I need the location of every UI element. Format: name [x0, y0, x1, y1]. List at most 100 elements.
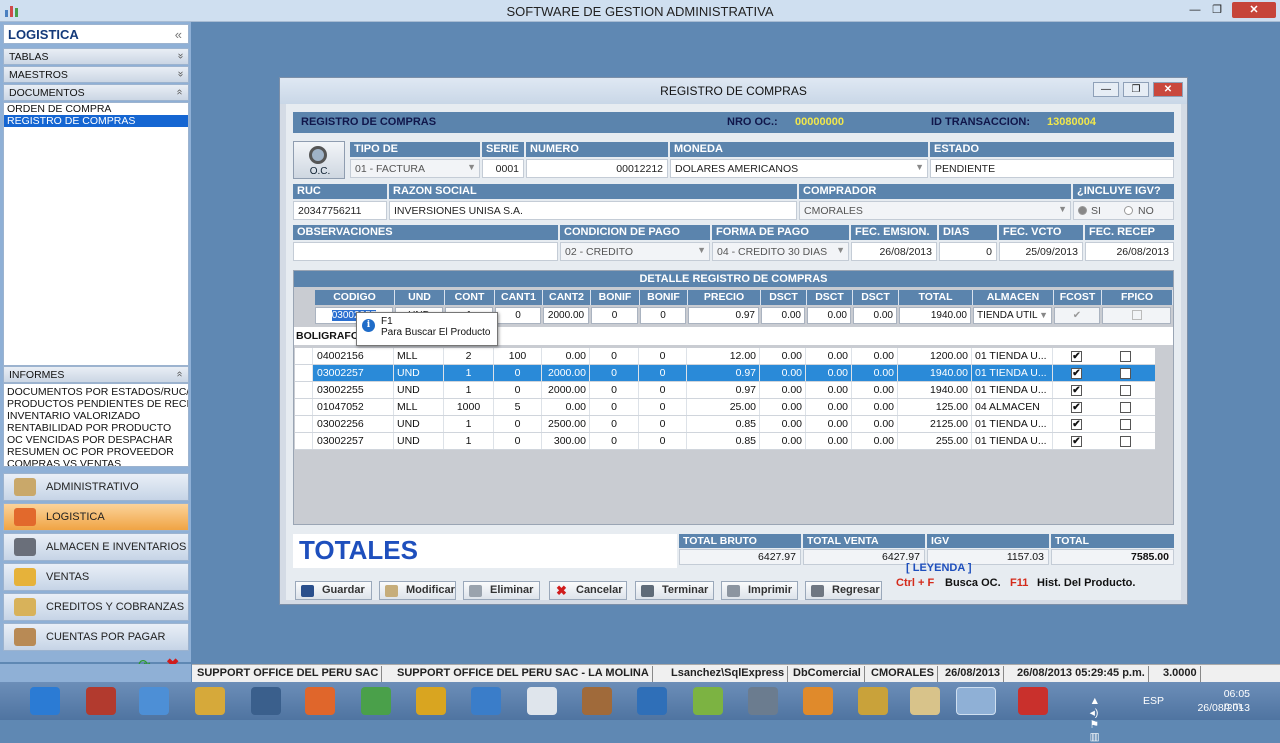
report-item[interactable]: OC VENCIDAS POR DESPACHAR [4, 434, 188, 446]
edit-cant1-field[interactable]: 0 [495, 307, 541, 324]
fcost-checkbox[interactable]: ✔ [1071, 385, 1082, 396]
fecha-recep-field[interactable]: 26/08/2013 [1085, 242, 1174, 261]
tray-icons[interactable]: ▲ ◂) ⚑ ▥ [1090, 695, 1100, 743]
report-item[interactable]: PRODUCTOS PENDIENTES DE RECIB [4, 398, 188, 410]
app-t-icon[interactable] [86, 687, 116, 715]
tipo-documento-select[interactable]: 01 - FACTURA ▼ [350, 159, 480, 178]
fpico-checkbox[interactable] [1120, 419, 1131, 430]
module-ventas-button[interactable]: VENTAS [3, 563, 189, 591]
app-remote-icon[interactable] [471, 687, 501, 715]
pdf-icon[interactable] [1018, 687, 1048, 715]
sidebar-section-documentos[interactable]: DOCUMENTOS « [3, 84, 189, 101]
app-mail-icon[interactable] [195, 687, 225, 715]
observaciones-field[interactable] [293, 242, 558, 261]
table-row[interactable]: 03002256 UND 1 0 2500.00 0 0 0.85 0.00 0.00 0.00 21… [295, 416, 1155, 433]
comprador-select[interactable]: CMORALES ▼ [799, 201, 1071, 220]
app-green-icon[interactable] [361, 687, 391, 715]
table-row[interactable]: 04002156 MLL 2 100 0.00 0 0 12.00 0.00 0.00 0.00 12… [295, 348, 1155, 365]
row-selector[interactable] [295, 365, 313, 381]
module-logistica-button[interactable]: LOGISTICA [3, 503, 189, 531]
fcost-checkbox[interactable]: ✔ [1071, 351, 1082, 362]
edit-bonif2-field[interactable]: 0 [640, 307, 686, 324]
edit-cant2-field[interactable]: 2000.00 [543, 307, 589, 324]
ruc-field[interactable]: 20347756211 [293, 201, 387, 220]
explorer-icon[interactable] [910, 687, 940, 715]
fecha-emision-field[interactable]: 26/08/2013 [851, 242, 937, 261]
app-eye-icon[interactable] [251, 687, 281, 715]
modificar-button[interactable]: Modificar [379, 581, 456, 600]
app-book-icon[interactable] [582, 687, 612, 715]
fcost-checkbox[interactable]: ✔ [1071, 402, 1082, 413]
app-network-icon[interactable] [139, 687, 169, 715]
fpico-checkbox[interactable] [1120, 351, 1131, 362]
table-row[interactable]: 03002255 UND 1 0 2000.00 0 0 0.97 0.00 0.00 0.00 19… [295, 382, 1155, 399]
report-item[interactable]: RESUMEN OC POR PROVEEDOR [4, 446, 188, 458]
report-item[interactable]: INVENTARIO VALORIZADO [4, 410, 188, 422]
edit-almacen-field[interactable]: TIENDA UTIL ▼ [973, 307, 1052, 324]
fpico-checkbox[interactable] [1120, 368, 1131, 379]
dias-field[interactable]: 0 [939, 242, 997, 261]
fcost-checkbox[interactable]: ✔ [1071, 368, 1082, 379]
row-selector[interactable] [295, 416, 313, 432]
regresar-button[interactable]: Regresar [805, 581, 882, 600]
fpico-checkbox[interactable] [1120, 402, 1131, 413]
window-minimize-button[interactable]: — [1093, 82, 1119, 97]
report-item[interactable]: DOCUMENTOS POR ESTADOS/RUC/F [4, 386, 188, 398]
edit-dsct1-field[interactable]: 0.00 [761, 307, 805, 324]
forma-pago-select[interactable]: 04 - CREDITO 30 DIAS ▼ [712, 242, 849, 261]
buscar-oc-button[interactable]: O.C. [293, 141, 345, 179]
igv-si-radio[interactable] [1078, 206, 1087, 215]
ie-icon[interactable] [30, 687, 60, 715]
module-almacen-button[interactable]: ALMACEN E INVENTARIOS [3, 533, 189, 561]
fcost-checkbox[interactable]: ✔ [1071, 419, 1082, 430]
row-selector[interactable] [295, 433, 313, 449]
sidebar-item-registro-compras[interactable]: REGISTRO DE COMPRAS [4, 115, 188, 127]
app-doc-icon[interactable] [527, 687, 557, 715]
window-close-button[interactable]: ✕ [1153, 82, 1183, 97]
window-restore-button[interactable]: ❐ [1123, 82, 1149, 97]
table-row[interactable]: 01047052 MLL 1000 5 0.00 0 0 25.00 0.00 0.00 0.00 1… [295, 399, 1155, 416]
cancelar-button[interactable]: ✖ Cancelar [549, 581, 627, 600]
sidebar-item-orden-compra[interactable]: ORDEN DE COMPRA [4, 103, 188, 115]
eliminar-button[interactable]: Eliminar [463, 581, 540, 600]
module-creditos-button[interactable]: CREDITOS Y COBRANZAS [3, 593, 189, 621]
numero-field[interactable]: 00012212 [526, 159, 668, 178]
active-app-icon[interactable] [956, 687, 996, 715]
imprimir-button[interactable]: Imprimir [721, 581, 798, 600]
sidebar-section-tablas[interactable]: TABLAS « [3, 48, 189, 65]
edit-fpico-checkbox[interactable] [1102, 307, 1171, 324]
edit-dsct3-field[interactable]: 0.00 [853, 307, 897, 324]
report-item[interactable]: RENTABILIDAD POR PRODUCTO [4, 422, 188, 434]
moneda-select[interactable]: DOLARES AMERICANOS ▼ [670, 159, 928, 178]
module-cuentas-button[interactable]: CUENTAS POR PAGAR [3, 623, 189, 651]
app-tools-icon[interactable] [858, 687, 888, 715]
language-indicator[interactable]: ESP [1143, 695, 1164, 707]
module-administrativo-button[interactable]: ADMINISTRATIVO [3, 473, 189, 501]
serie-field[interactable]: 0001 [482, 159, 524, 178]
edit-total-field[interactable]: 1940.00 [899, 307, 971, 324]
fpico-checkbox[interactable] [1120, 385, 1131, 396]
fcost-checkbox[interactable]: ✔ [1071, 436, 1082, 447]
clock-date[interactable]: 26/08/2013 [1197, 702, 1250, 714]
chrome-icon[interactable] [416, 687, 446, 715]
app-cloud-icon[interactable] [637, 687, 667, 715]
igv-no-radio[interactable] [1124, 206, 1133, 215]
fpico-checkbox[interactable] [1120, 436, 1131, 447]
edit-fcost-checkbox[interactable]: ✔ [1054, 307, 1100, 324]
report-item[interactable]: COMPRAS VS VENTAS [4, 458, 188, 466]
edit-bonif1-field[interactable]: 0 [591, 307, 638, 324]
table-row[interactable]: 03002257 UND 1 0 2000.00 0 0 0.97 0.00 0.00 0.00 19… [295, 365, 1155, 382]
terminar-button[interactable]: Terminar [635, 581, 714, 600]
app-orange-icon[interactable] [305, 687, 335, 715]
collapse-icon[interactable]: « [175, 27, 182, 42]
app-vm-icon[interactable] [748, 687, 778, 715]
condicion-pago-select[interactable]: 02 - CREDITO ▼ [560, 242, 710, 261]
table-row[interactable]: 03002257 UND 1 0 300.00 0 0 0.85 0.00 0.00 0.00 255… [295, 433, 1155, 450]
sidebar-section-maestros[interactable]: MAESTROS « [3, 66, 189, 83]
guardar-button[interactable]: Guardar [295, 581, 372, 600]
app-media-icon[interactable] [803, 687, 833, 715]
edit-precio-field[interactable]: 0.97 [688, 307, 759, 324]
row-selector[interactable] [295, 348, 313, 364]
app-close-button[interactable]: ✕ [1232, 2, 1276, 18]
row-selector[interactable] [295, 382, 313, 398]
